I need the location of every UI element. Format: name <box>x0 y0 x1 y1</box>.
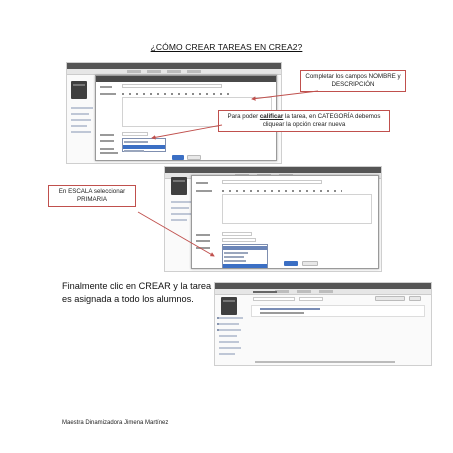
editor-toolbar[interactable] <box>222 190 342 192</box>
screenshot-scale-selection <box>164 166 382 272</box>
task-post <box>251 305 425 317</box>
description-editor[interactable] <box>222 194 372 224</box>
final-instruction: Finalmente clic en CREAR y la tarea es a… <box>62 281 212 304</box>
document-page: ¿CÓMO CREAR TAREAS EN CREA2? Completar l… <box>0 0 453 453</box>
create-button[interactable] <box>284 261 298 266</box>
cancel-button[interactable] <box>302 261 318 266</box>
dialog-header <box>96 76 276 82</box>
create-button[interactable] <box>172 155 184 160</box>
callout-grade-category: Para poder calificar la tarea, en CATEGO… <box>218 110 390 132</box>
group-book-icon <box>71 81 87 99</box>
group-book-icon <box>221 297 237 315</box>
name-field[interactable] <box>222 180 322 184</box>
group-book-icon <box>171 177 187 195</box>
editor-toolbar[interactable] <box>122 93 232 95</box>
screenshot-task-created <box>214 282 432 366</box>
create-new-option[interactable] <box>123 145 165 149</box>
callout-scale: En ESCALA seleccionar PRIMARIA <box>48 185 136 207</box>
name-field[interactable] <box>122 84 222 88</box>
cancel-button[interactable] <box>187 155 201 160</box>
category-dropdown[interactable] <box>122 138 166 152</box>
scale-dropdown[interactable] <box>222 244 268 268</box>
callout-fields: Completar los campos NOMBRE y DESCRIPCIÓ… <box>300 70 406 92</box>
group-name <box>253 291 277 293</box>
create-task-dialog <box>191 175 379 269</box>
page-title: ¿CÓMO CREAR TAREAS EN CREA2? <box>150 42 303 52</box>
primary-option[interactable] <box>223 264 267 268</box>
footer-author: Maestra Dinamizadora Jimena Martínez <box>62 420 169 426</box>
